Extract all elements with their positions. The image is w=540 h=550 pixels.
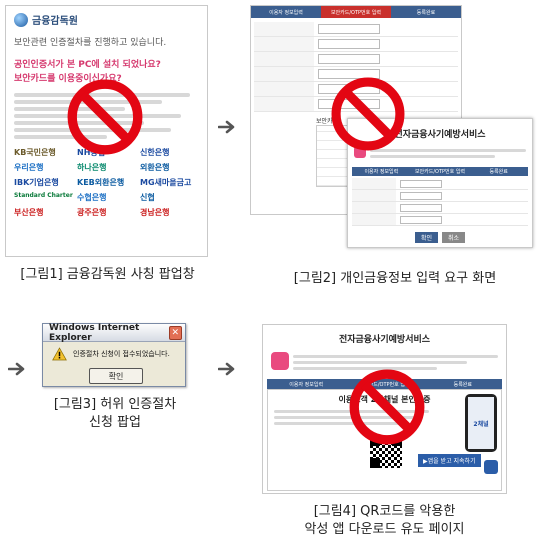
app-label: 2채널 — [473, 420, 489, 428]
page-title: 전자금융사기예방서비스 — [338, 335, 431, 345]
step-item: 보안카드/OTP번호 입력 — [410, 167, 470, 176]
figure-caption: [그림4] QR코드를 악용한 — [313, 504, 456, 519]
bank-logo: 부산은행 — [14, 208, 44, 217]
step-item: 보안카드/OTP번호 입력 — [321, 6, 391, 18]
close-icon[interactable]: ✕ — [168, 325, 182, 340]
bank-logo-grid: KB국민은행 NH농협 신한은행 우리은행 하나은행 외환은행 IBK기업은행 … — [14, 147, 199, 218]
figure-caption: [그림2] 개인금융정보 입력 요구 화면 — [293, 271, 497, 286]
step-item: 이용자 정보입력 — [267, 379, 346, 389]
cancel-button[interactable]: 취소 — [442, 232, 466, 243]
app-badge-icon — [484, 460, 498, 474]
download-button[interactable]: ▶앱을 받고 지속하기 — [418, 454, 481, 467]
form-row — [254, 37, 458, 52]
bank-logo: 신한은행 — [140, 148, 170, 157]
step-item: 등록완료 — [469, 167, 529, 176]
bank-logo: IBK기업은행 — [14, 178, 59, 187]
step-item: 등록완료 — [391, 6, 461, 18]
bank-logo: 우리은행 — [14, 163, 44, 172]
step-item: 이용자 정보입력 — [251, 6, 321, 18]
bank-logo: MG새마을금고 — [140, 178, 192, 187]
text-field[interactable] — [318, 54, 380, 64]
warning-icon — [52, 347, 67, 361]
figure-caption: 악성 앱 다운로드 유도 페이지 — [304, 522, 465, 537]
step-item: 이용자 정보입력 — [352, 167, 411, 176]
bank-logo: 광주은행 — [77, 208, 107, 217]
step-indicator: 이용자 정보입력 보안카드/OTP번호 입력 등록완료 — [352, 167, 529, 176]
prohibition-icon — [331, 77, 405, 151]
bank-logo: 수협은행 — [77, 193, 107, 202]
figure-caption: 신청 팝업 — [89, 415, 141, 430]
bank-logo: 경남은행 — [140, 208, 170, 217]
bank-logo: KB국민은행 — [14, 148, 56, 157]
bank-logo: Standard Chartered — [14, 192, 73, 199]
confirm-button[interactable]: 확인 — [414, 232, 438, 243]
arrow-right-icon — [8, 362, 25, 376]
form-row — [254, 52, 458, 67]
fake-auth-dialog: Windows Internet Explorer ✕ 인증절차 신청이 접수되… — [42, 323, 186, 387]
prohibition-icon — [67, 79, 143, 155]
arrow-right-icon — [218, 120, 235, 134]
text-field[interactable] — [318, 39, 380, 49]
dialog-title: Windows Internet Explorer — [49, 322, 140, 343]
phone-mockup: 2채널 — [465, 394, 497, 452]
org-name: 금융감독원 — [32, 16, 78, 27]
arrow-right-icon — [218, 362, 235, 376]
bank-logo: 신협 — [140, 193, 155, 202]
form-row — [254, 22, 458, 37]
figure-caption: [그림1] 금융감독원 사칭 팝업창 — [20, 267, 195, 282]
dialog-titlebar: Windows Internet Explorer ✕ — [43, 322, 185, 343]
dialog-message: 인증절차 신청이 접수되었습니다. — [73, 350, 170, 358]
prohibition-icon — [349, 369, 425, 445]
ok-button[interactable]: 확인 — [89, 368, 143, 384]
bank-logo: KEB외환은행 — [77, 178, 125, 187]
bank-logo: 외환은행 — [140, 163, 170, 172]
popup-headline: 보안관련 인증절차를 진행하고 있습니다. — [14, 38, 167, 48]
text-field[interactable] — [400, 215, 442, 224]
step-item: 등록완료 — [423, 379, 502, 389]
text-field[interactable] — [400, 203, 442, 212]
text-field[interactable] — [400, 179, 442, 188]
text-field[interactable] — [318, 24, 380, 34]
bank-logo: 하나은행 — [77, 163, 107, 172]
fss-emblem-icon — [14, 12, 28, 27]
figure-caption: [그림3] 허위 인증절차 — [53, 397, 177, 412]
cert-question: 공인인증서가 본 PC에 설치 되었나요? — [14, 60, 161, 70]
step-indicator: 이용자 정보입력 보안카드/OTP번호 입력 등록완료 — [251, 6, 461, 18]
app-icon — [271, 352, 289, 370]
text-field[interactable] — [400, 191, 442, 200]
fss-logo: 금융감독원 — [14, 12, 199, 27]
